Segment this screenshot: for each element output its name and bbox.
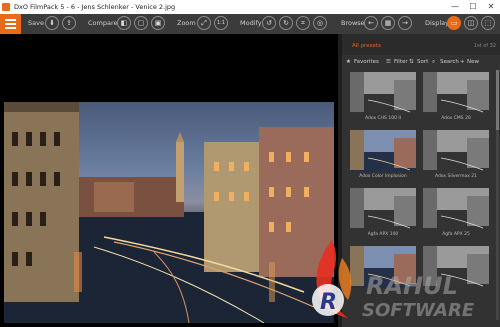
preset-thumbnail[interactable]: Adox CHS 100 II: [350, 72, 416, 124]
preset-thumbnail[interactable]: Agfa APX 25: [423, 188, 489, 240]
maximize-button[interactable]: ☐: [464, 0, 482, 14]
browse-label: Browse: [341, 19, 365, 27]
zoom-label: Zoom: [177, 19, 196, 27]
new-preset-button[interactable]: New: [467, 59, 479, 65]
next-image-button[interactable]: →: [398, 16, 412, 30]
minimize-button[interactable]: —: [446, 0, 464, 14]
preset-label: Adox CMS 20: [441, 116, 471, 121]
previous-image-button[interactable]: ←: [364, 16, 378, 30]
save-label: Save: [28, 19, 44, 27]
preset-preview-image: [350, 246, 416, 288]
preset-preview-image: [350, 188, 416, 230]
venice-photo: [4, 102, 334, 323]
sort-icon[interactable]: ⇅: [409, 59, 414, 65]
window-title: DxO FilmPack 5 - 6 - Jens Schlenker - Ve…: [14, 3, 176, 11]
presets-panel: All presets 1st of 32 ★ Favorites ☰ Filt…: [342, 34, 500, 327]
preset-preview-image: [423, 246, 489, 288]
crop-button[interactable]: ⌗: [296, 16, 310, 30]
preset-preview-image: [423, 130, 489, 172]
preset-thumbnail[interactable]: [350, 246, 416, 298]
preset-label: Agfa APX 100: [367, 232, 399, 237]
compare-side-button[interactable]: ▢: [134, 16, 148, 30]
preset-thumbnail[interactable]: Adox Silvermax 21: [423, 130, 489, 182]
zoom-100-button[interactable]: 1:1: [214, 16, 228, 30]
modify-label: Modify: [240, 19, 262, 27]
preset-preview-image: [423, 72, 489, 114]
preset-label: Adox Color Implosion: [359, 174, 407, 179]
filter-icon[interactable]: ☰: [386, 59, 391, 65]
presets-title[interactable]: All presets: [352, 43, 381, 49]
search-button[interactable]: Search: [440, 59, 459, 65]
search-icon[interactable]: ⌕: [432, 59, 435, 66]
presets-filter-bar: ★ Favorites ☰ Filter ⇅ Sort ⌕ Search + N…: [342, 56, 500, 68]
export-button[interactable]: ⇪: [62, 16, 76, 30]
compare-label: Compare: [88, 19, 118, 27]
rotate-right-button[interactable]: ↻: [279, 16, 293, 30]
sort-button[interactable]: Sort: [417, 59, 428, 65]
compare-image-button[interactable]: ▣: [151, 16, 165, 30]
preset-thumbnail[interactable]: Adox Color Implosion: [350, 130, 416, 182]
auto-button[interactable]: ◎: [313, 16, 327, 30]
preset-thumbnail[interactable]: [423, 246, 489, 298]
presets-scrollbar-thumb[interactable]: [496, 70, 499, 130]
app-logo-icon: [2, 3, 10, 11]
rotate-left-button[interactable]: ↺: [262, 16, 276, 30]
new-preset-icon[interactable]: +: [460, 59, 465, 65]
display-fullscreen-button[interactable]: ⬚: [481, 16, 495, 30]
close-button[interactable]: ✕: [482, 0, 500, 14]
zoom-fit-button[interactable]: ⤢: [197, 16, 211, 30]
display-label: Display: [425, 19, 449, 27]
grid-view-button[interactable]: ▦: [381, 16, 395, 30]
preset-thumbnail[interactable]: Adox CMS 20: [423, 72, 489, 124]
favorites-star-icon[interactable]: ★: [346, 59, 351, 65]
main-toolbar: Save ⬇ ⇪ Compare ◧ ▢ ▣ Zoom ⤢ 1:1 Modify…: [0, 14, 500, 34]
window-title-bar: DxO FilmPack 5 - 6 - Jens Schlenker - Ve…: [0, 0, 500, 14]
menu-hamburger-icon[interactable]: [0, 14, 21, 34]
filter-button[interactable]: Filter: [394, 59, 408, 65]
preset-label: Agfa APX 25: [442, 232, 470, 237]
preset-preview-image: [350, 72, 416, 114]
preset-thumbnail[interactable]: Agfa APX 100: [350, 188, 416, 240]
save-button[interactable]: ⬇: [45, 16, 59, 30]
preset-label: Adox Silvermax 21: [434, 174, 478, 179]
image-canvas[interactable]: [0, 34, 338, 327]
display-panel-button[interactable]: ◫: [464, 16, 478, 30]
presets-count: 1st of 32: [473, 43, 496, 49]
compare-split-button[interactable]: ◧: [117, 16, 131, 30]
preset-label: Adox CHS 100 II: [364, 116, 402, 121]
preset-preview-image: [350, 130, 416, 172]
favorites-filter[interactable]: Favorites: [354, 59, 379, 65]
presets-header: All presets 1st of 32: [342, 34, 500, 55]
display-single-button[interactable]: ▭: [447, 16, 461, 30]
preset-preview-image: [423, 188, 489, 230]
